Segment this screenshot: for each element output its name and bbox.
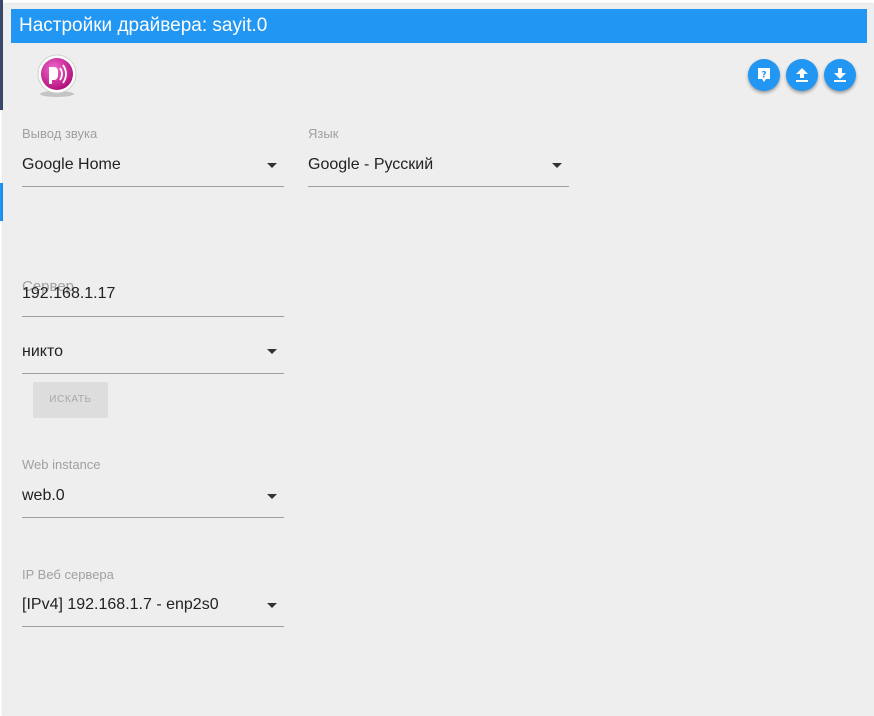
- language-value: Google - Русский: [308, 156, 434, 173]
- web-server-ip-value: [IPv4] 192.168.1.7 - enp2s0: [22, 596, 219, 613]
- device-select[interactable]: никто: [22, 342, 284, 376]
- web-instance-value: web.0: [22, 487, 65, 504]
- sound-output-select[interactable]: Вывод звука Google Home: [22, 126, 284, 188]
- web-server-ip-select[interactable]: IP Веб сервера [IPv4] 192.168.1.7 - enp2…: [22, 567, 284, 629]
- sound-output-label: Вывод звука: [22, 126, 98, 141]
- device-underline: [22, 373, 284, 374]
- upload-icon: [796, 68, 808, 82]
- sound-output-underline: [22, 186, 284, 187]
- language-label: Язык: [308, 126, 339, 141]
- chevron-down-icon: [267, 163, 277, 168]
- dialog-title: Настройки драйвера: sayit.0: [11, 9, 867, 43]
- svg-text:?: ?: [761, 71, 766, 81]
- device-value: никто: [22, 343, 63, 360]
- web-instance-underline: [22, 517, 284, 518]
- language-underline: [308, 186, 569, 187]
- download-icon: [834, 68, 846, 82]
- sayit-logo-graphic: [37, 54, 77, 97]
- server-value: 192.168.1.17: [22, 285, 116, 302]
- search-button[interactable]: ИСКАТЬ: [33, 382, 108, 418]
- language-select[interactable]: Язык Google - Русский: [308, 126, 569, 188]
- server-input[interactable]: Сервер 192.168.1.17: [22, 278, 284, 318]
- server-underline: [22, 316, 284, 317]
- web-instance-select[interactable]: Web instance web.0: [22, 457, 284, 519]
- sound-output-value: Google Home: [22, 156, 121, 173]
- sayit-logo-icon: [33, 52, 81, 100]
- upload-button[interactable]: [786, 59, 818, 91]
- chevron-down-icon: [552, 163, 562, 168]
- chevron-down-icon: [267, 494, 277, 499]
- settings-dialog: Настройки драйвера: sayit.0 ? Вывод звук…: [3, 4, 874, 716]
- help-icon: ?: [758, 68, 770, 82]
- chevron-down-icon: [267, 349, 277, 354]
- toolbar: ?: [748, 59, 856, 91]
- web-server-ip-label: IP Веб сервера: [22, 567, 114, 582]
- web-instance-label: Web instance: [22, 457, 101, 472]
- help-button[interactable]: ?: [748, 59, 780, 91]
- download-button[interactable]: [824, 59, 856, 91]
- web-server-ip-underline: [22, 626, 284, 627]
- chevron-down-icon: [267, 603, 277, 608]
